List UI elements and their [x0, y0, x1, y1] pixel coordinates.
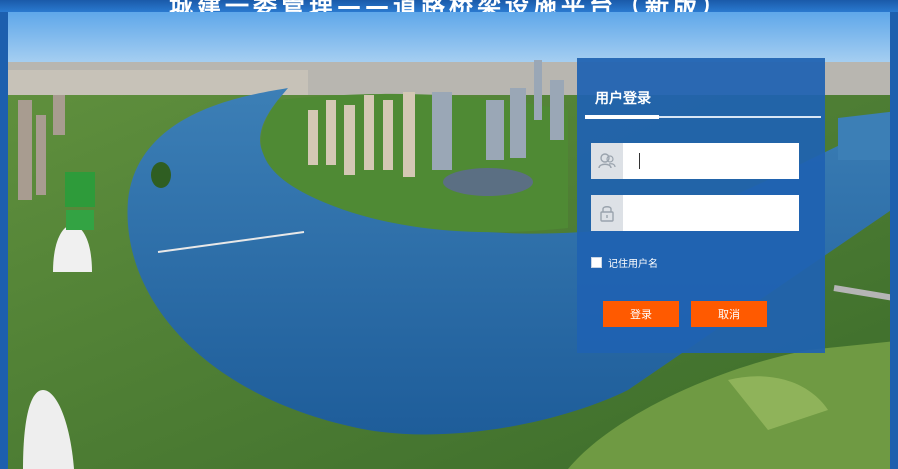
cancel-button[interactable]: 取消: [691, 301, 767, 327]
remember-checkbox[interactable]: [591, 257, 602, 268]
text-caret: [639, 153, 640, 169]
panel-header: 用户登录: [585, 86, 821, 119]
page-title: 城建一委管理——道路桥梁设施平台（新版）: [0, 0, 898, 12]
password-input[interactable]: [625, 195, 803, 231]
remember-label: 记住用户名: [608, 259, 658, 270]
header-banner: 城建一委管理——道路桥梁设施平台（新版）: [0, 0, 898, 12]
login-button[interactable]: 登录: [603, 301, 679, 327]
username-input[interactable]: [625, 143, 803, 179]
login-title: 用户登录: [595, 91, 651, 107]
remember-username[interactable]: 记住用户名: [591, 255, 658, 270]
username-field[interactable]: [591, 143, 803, 179]
lock-icon: [591, 195, 623, 231]
password-field[interactable]: [591, 195, 803, 231]
login-panel: 用户登录 记住用户名 登录 取消: [577, 58, 825, 353]
title-underline: [585, 115, 659, 119]
users-icon: [591, 143, 623, 179]
